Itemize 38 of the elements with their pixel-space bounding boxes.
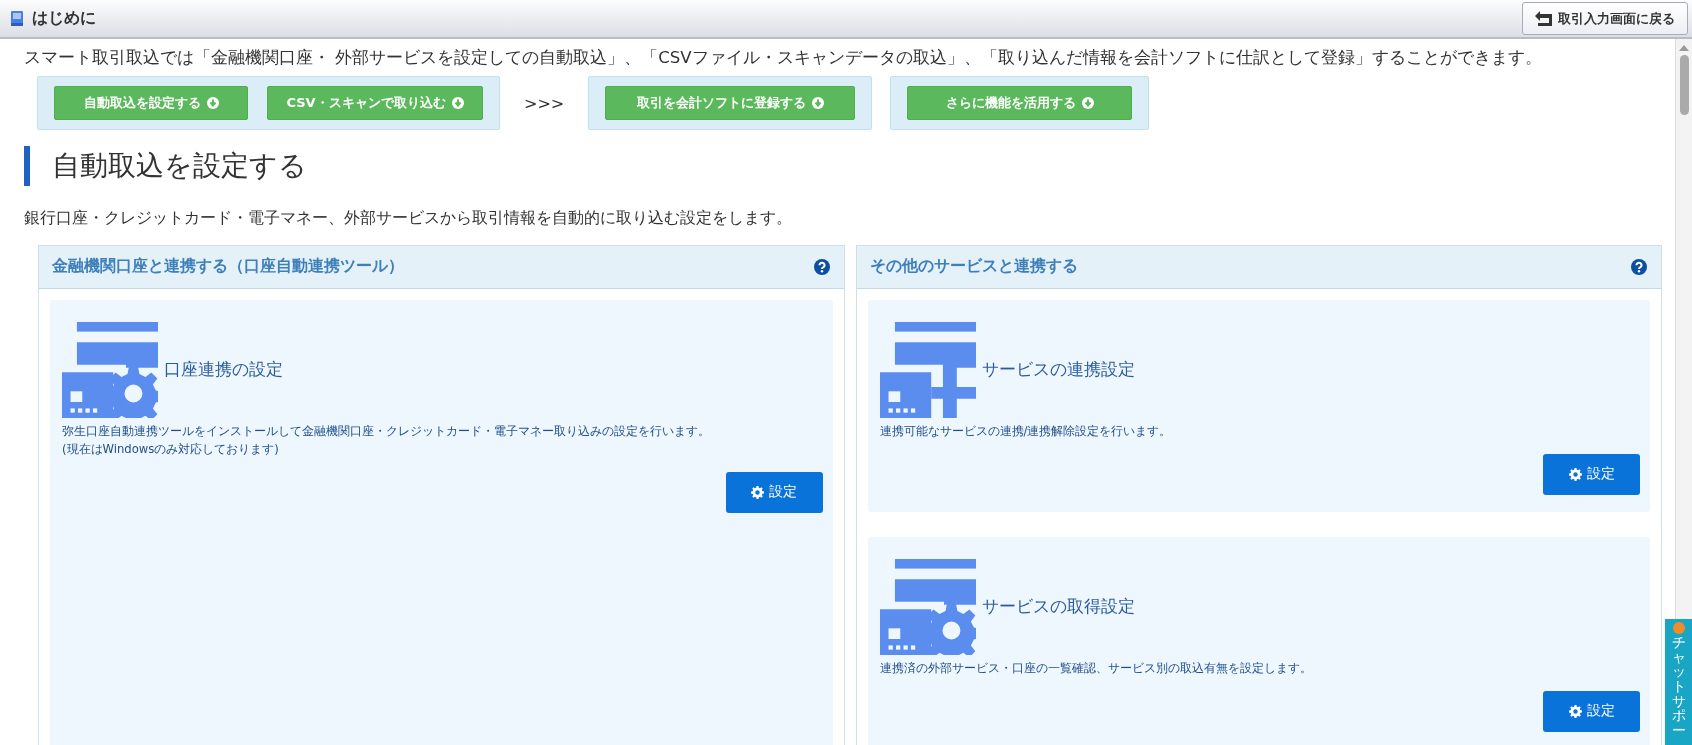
page-title: はじめに (32, 8, 96, 29)
help-icon (1631, 258, 1647, 275)
nav-button[interactable]: CSV・スキャンで取り込む (267, 86, 483, 120)
settings-button[interactable]: 設定 (1543, 690, 1640, 732)
card-description: 連携済の外部サービス・口座の一覧確認、サービス別の取込有無を設定します。 (879, 659, 1313, 677)
down-arrow-icon (206, 97, 219, 109)
down-arrow-icon (451, 97, 464, 109)
help-icon (813, 258, 830, 275)
nav-button[interactable]: 自動取込を設定する (54, 86, 248, 120)
return-arrow-icon (1535, 11, 1552, 26)
intro-text: スマート取引取込では「金融機関口座・ 外部サービスを設定しての自動取込」、「CSVファイル・スキャンデータの取込」、「取り込んだ情報を会計ソフトに仕訳として登録」することができます。 (24, 47, 1543, 69)
card-gear-icon (879, 558, 976, 655)
settings-icon (751, 485, 764, 499)
card-description: (現在はWindowsのみ対応しております) (62, 440, 280, 458)
settings-icon (1568, 467, 1582, 481)
status-dot-icon (1672, 622, 1685, 634)
card-title: サービスの連携設定 (981, 358, 1135, 382)
settings-button[interactable]: 設定 (1543, 453, 1640, 495)
section-description: 銀行口座・クレジットカード・電子マネー、外部サービスから取引情報を自動的に取り込む設定をします。 (24, 207, 793, 229)
card-title: サービスの取得設定 (981, 595, 1135, 619)
scrollbar[interactable] (1675, 39, 1692, 619)
book-icon (10, 11, 24, 26)
down-arrow-icon (1081, 97, 1094, 109)
chat-support-tab[interactable]: チャットサポー (1665, 619, 1692, 745)
back-button[interactable]: 取引入力画面に戻る (1522, 2, 1688, 35)
card-plus-icon (879, 321, 976, 418)
nav-button[interactable]: さらに機能を活用する (907, 86, 1133, 120)
card-description: 弥生口座自動連携ツールをインストールして金融機関口座・クレジットカード・電子マネー取り込みの設定を行います。 (62, 422, 711, 440)
down-arrow-icon (811, 97, 824, 109)
panel-title: その他のサービスと連携する (869, 256, 1078, 278)
card-gear-icon (62, 321, 158, 418)
card-title: 口座連携の設定 (164, 358, 283, 382)
panel-title: 金融機関口座と連携する（口座自動連携ツール） (52, 256, 404, 278)
settings-button[interactable]: 設定 (725, 471, 823, 513)
settings-icon (1568, 704, 1582, 718)
flow-arrow-text: >>> (524, 93, 565, 113)
nav-button[interactable]: 取引を会計ソフトに登録する (605, 86, 856, 120)
card-description: 連携可能なサービスの連携/連携解除設定を行います。 (879, 422, 1173, 440)
